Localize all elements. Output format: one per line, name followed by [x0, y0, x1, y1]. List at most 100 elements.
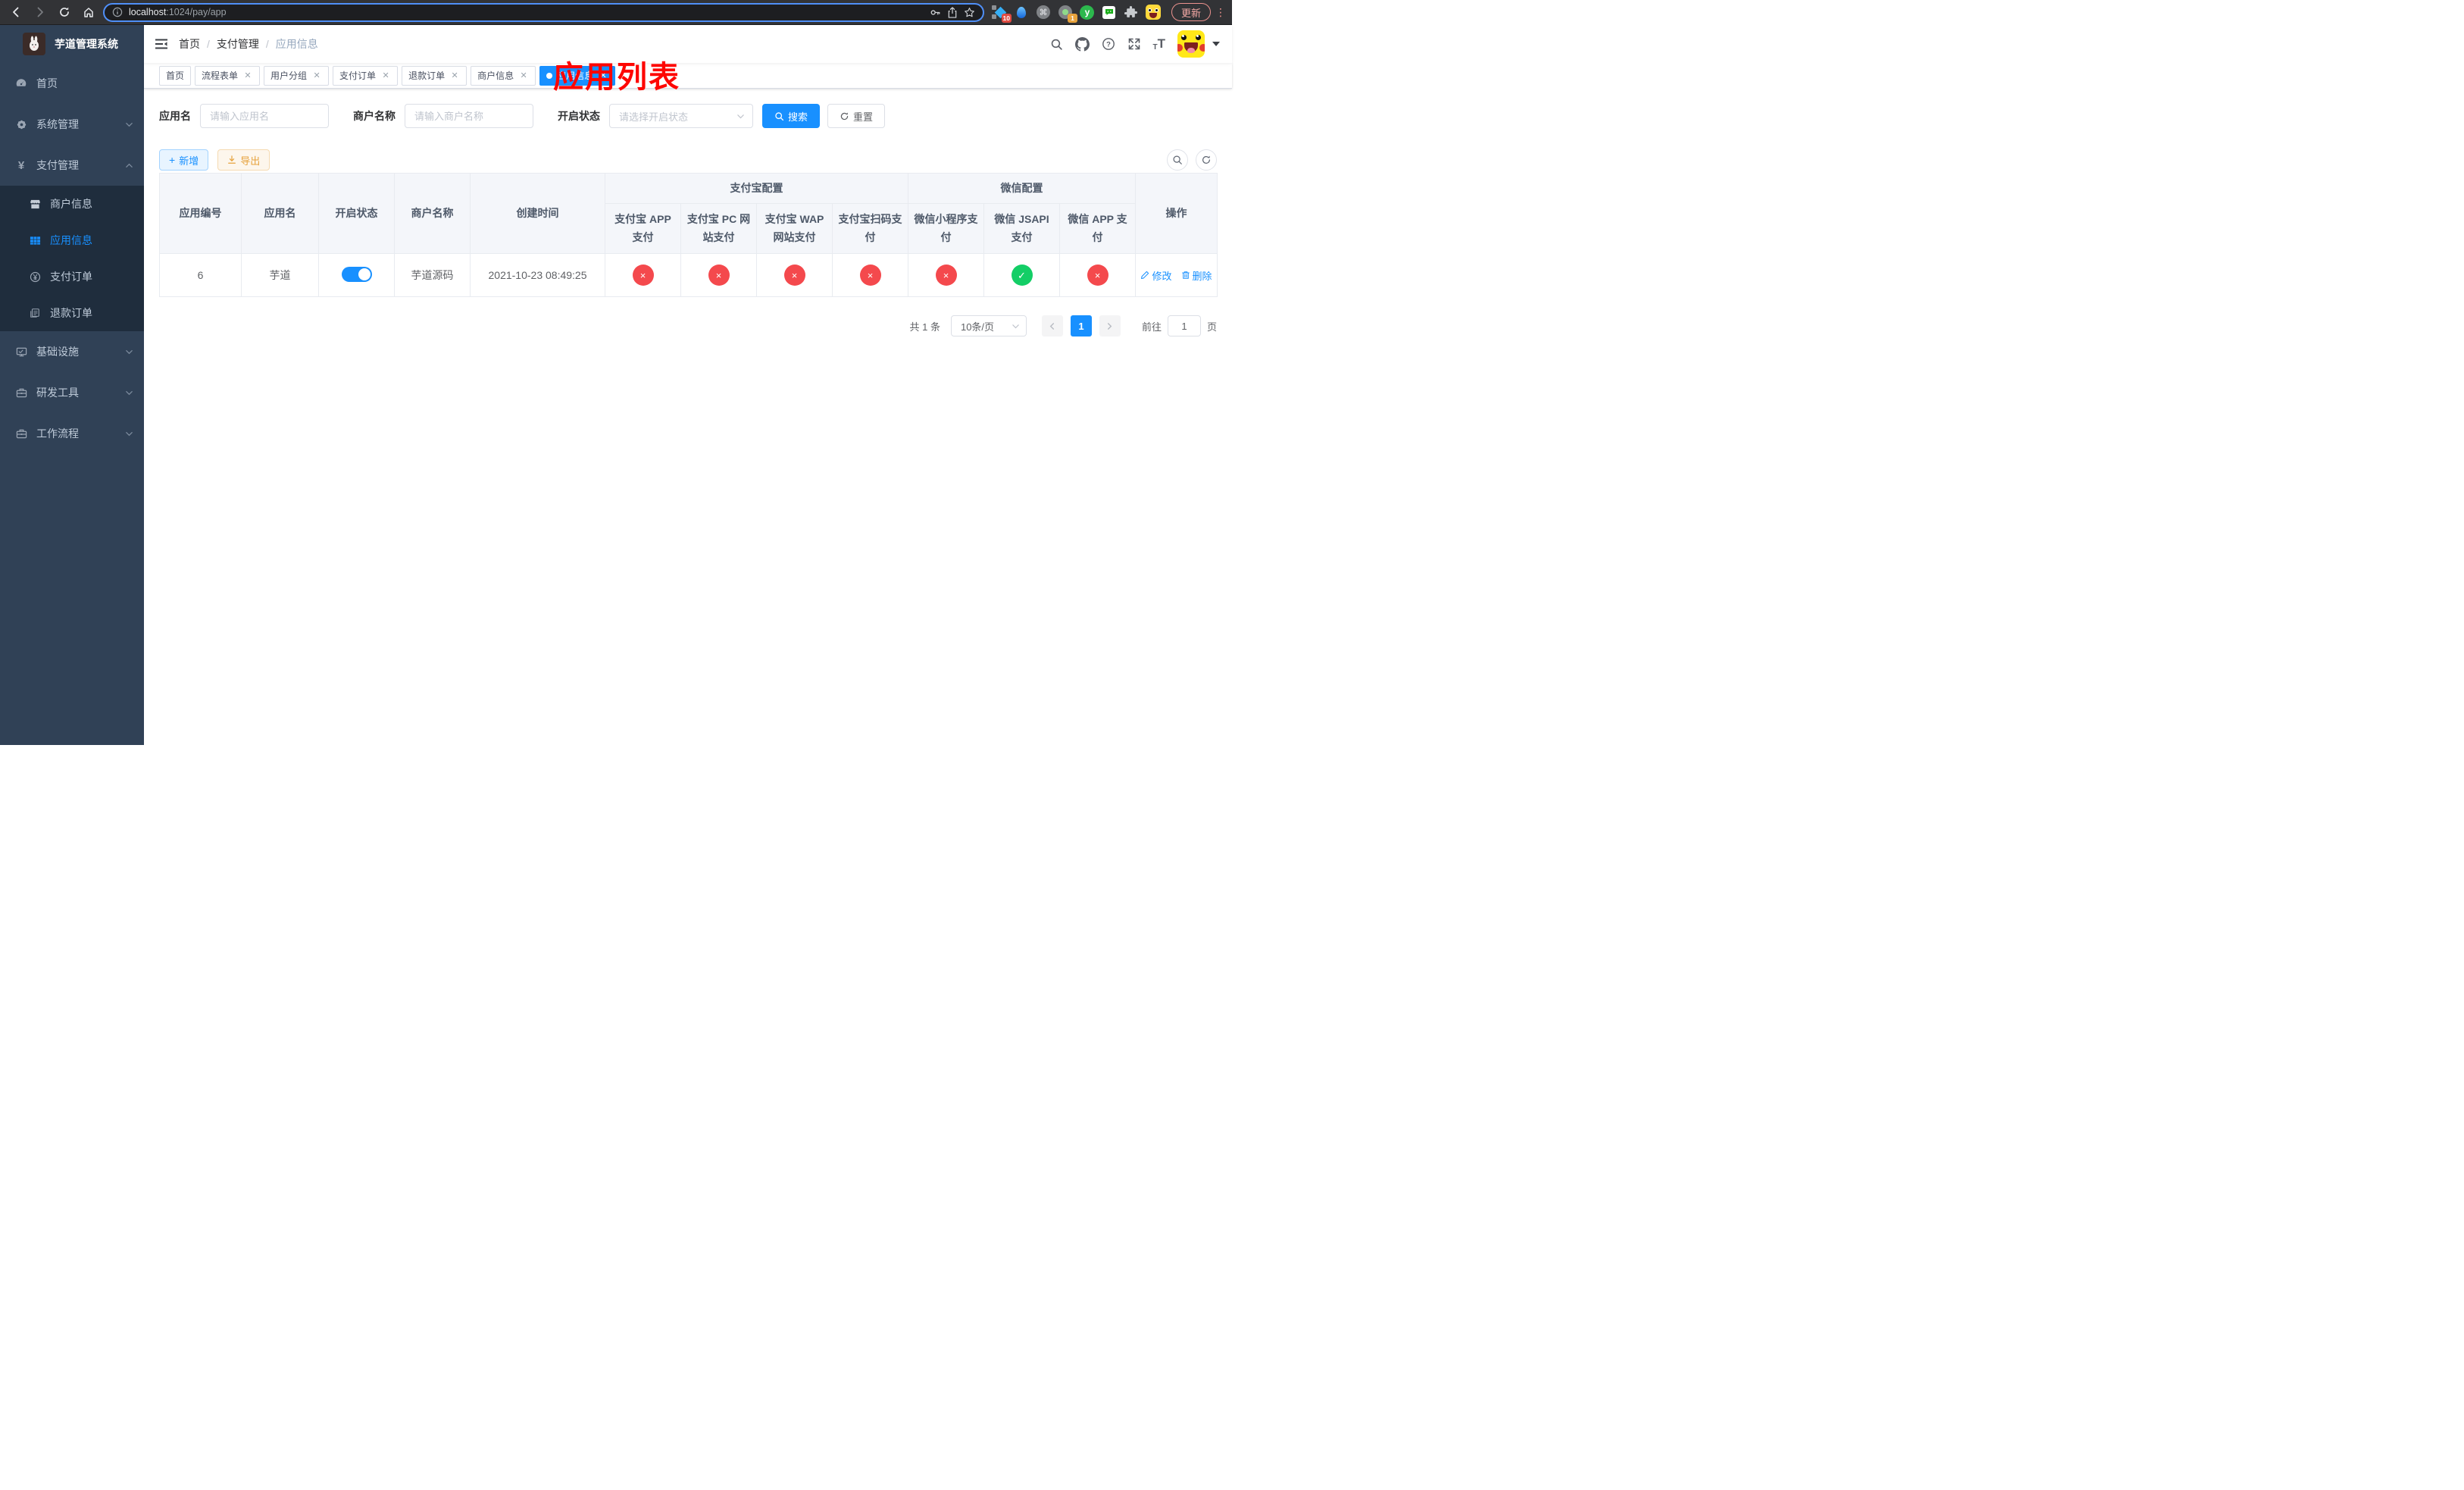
- tab-user-group[interactable]: 用户分组 ✕: [264, 65, 330, 86]
- sidebar-item-label: 首页: [36, 77, 58, 89]
- status-select[interactable]: 请选择开启状态: [609, 104, 753, 128]
- extension-command-icon[interactable]: ⌘: [1036, 5, 1051, 20]
- sidebar-item-app-info[interactable]: 应用信息: [0, 222, 144, 258]
- site-info-icon[interactable]: [112, 7, 123, 17]
- browser-reload-icon[interactable]: [55, 2, 74, 22]
- add-button[interactable]: + 新增: [159, 149, 209, 171]
- edit-link[interactable]: 修改: [1140, 268, 1172, 283]
- help-icon[interactable]: ?: [1102, 37, 1115, 51]
- status-check-icon: ✓: [1011, 265, 1033, 286]
- header-search-icon[interactable]: [1050, 38, 1063, 51]
- tab-process-form[interactable]: 流程表单 ✕: [195, 65, 261, 86]
- app-name-input[interactable]: [200, 104, 329, 128]
- export-button[interactable]: 导出: [217, 149, 270, 171]
- extension-recorder-icon[interactable]: 1: [1058, 5, 1077, 23]
- logo-rabbit-avatar: [23, 33, 45, 55]
- sidebar-item-label: 商户信息: [50, 198, 92, 210]
- hide-search-button[interactable]: [1167, 149, 1188, 171]
- user-avatar[interactable]: [1177, 30, 1205, 58]
- delete-link[interactable]: 删除: [1181, 268, 1212, 283]
- status-cross-icon: ×: [935, 265, 957, 286]
- chrome-update-button[interactable]: 更新: [1171, 3, 1211, 21]
- status-toggle[interactable]: [341, 266, 372, 282]
- status-cross-icon: ×: [783, 265, 805, 286]
- tab-pay-order[interactable]: 支付订单 ✕: [333, 65, 399, 86]
- app-title: 芋道管理系统: [55, 38, 118, 50]
- goto-page-input[interactable]: [1167, 315, 1201, 337]
- reset-button[interactable]: 重置: [827, 104, 886, 128]
- status-label: 开启状态: [558, 110, 600, 122]
- sidebar-collapse-icon[interactable]: [155, 38, 168, 50]
- cell-alipay-app: ×: [605, 253, 681, 297]
- col-merchant: 商户名称: [394, 173, 471, 254]
- sidebar-item-home[interactable]: 首页: [0, 63, 144, 104]
- sidebar-item-workflow[interactable]: 工作流程: [0, 413, 144, 454]
- profile-avatar-icon[interactable]: [1145, 5, 1161, 20]
- close-icon[interactable]: ✕: [518, 70, 529, 81]
- plus-icon: +: [169, 154, 176, 166]
- svg-text:?: ?: [1106, 40, 1111, 49]
- status-cross-icon: ×: [632, 265, 654, 286]
- sidebar-item-dev-tools[interactable]: 研发工具: [0, 372, 144, 413]
- close-icon[interactable]: ✕: [311, 70, 322, 81]
- col-alipay-pc: 支付宝 PC 网站支付: [680, 203, 757, 254]
- share-icon[interactable]: [947, 6, 958, 18]
- sidebar-item-system[interactable]: 系统管理: [0, 104, 144, 145]
- page-suffix-label: 页: [1206, 321, 1217, 333]
- sidebar-logo[interactable]: 芋道管理系统: [0, 25, 144, 63]
- tab-merchant-info[interactable]: 商户信息 ✕: [471, 65, 536, 86]
- status-cross-icon: ×: [1087, 265, 1108, 286]
- refresh-button[interactable]: [1196, 149, 1217, 171]
- sidebar-item-infrastructure[interactable]: 基础设施: [0, 331, 144, 372]
- browser-back-icon[interactable]: [6, 2, 26, 22]
- tab-home[interactable]: 首页: [159, 65, 192, 86]
- close-icon[interactable]: ✕: [449, 70, 460, 81]
- address-bar[interactable]: localhost:1024/pay/app: [103, 2, 984, 22]
- col-wechat-jsapi: 微信 JSAPI 支付: [983, 203, 1060, 254]
- close-icon[interactable]: ✕: [242, 70, 253, 81]
- browser-menu-icon[interactable]: ⋮: [1215, 6, 1226, 19]
- close-icon[interactable]: ✕: [380, 70, 391, 81]
- col-status: 开启状态: [318, 173, 395, 254]
- annotation-title: 应用列表: [553, 61, 680, 94]
- user-menu-caret-icon[interactable]: [1212, 42, 1220, 46]
- fullscreen-icon[interactable]: [1127, 37, 1141, 51]
- page-content: 应用名 商户名称 开启状态 请选择开启状态 搜索 重置: [144, 89, 1232, 745]
- extension-chat-icon[interactable]: [1102, 5, 1117, 20]
- browser-forward-icon[interactable]: [30, 2, 50, 22]
- sidebar-item-payment[interactable]: ¥ 支付管理: [0, 145, 144, 186]
- tab-refund-order[interactable]: 退款订单 ✕: [402, 65, 467, 86]
- browser-home-icon[interactable]: [79, 2, 98, 22]
- page-size-select[interactable]: 10条/页: [950, 315, 1027, 337]
- monitor-icon: [15, 346, 27, 358]
- extension-tabs-icon[interactable]: 10: [991, 5, 1012, 23]
- app-table: 应用编号 应用名 开启状态 商户名称 创建时间 支付宝配置 微信配置 操作 支付…: [159, 173, 1218, 297]
- chevron-down-icon: [125, 389, 133, 397]
- extension-balloon-icon[interactable]: [1014, 5, 1029, 20]
- chevron-down-icon: [1012, 324, 1019, 328]
- chevron-down-icon: [125, 348, 133, 356]
- bookmark-star-icon[interactable]: [964, 7, 975, 18]
- url-text[interactable]: localhost:1024/pay/app: [129, 7, 924, 17]
- extension-y-icon[interactable]: y: [1080, 5, 1095, 20]
- prev-page-button[interactable]: [1041, 315, 1063, 337]
- search-button[interactable]: 搜索: [762, 104, 821, 128]
- page-number-1[interactable]: 1: [1070, 315, 1092, 337]
- yen-circle-icon: [29, 271, 41, 283]
- sidebar-item-merchant-info[interactable]: 商户信息: [0, 186, 144, 222]
- cell-create-time: 2021-10-23 08:49:25: [470, 253, 605, 297]
- font-size-icon[interactable]: TT: [1153, 36, 1166, 52]
- sidebar-item-pay-order[interactable]: 支付订单: [0, 258, 144, 295]
- breadcrumb-home[interactable]: 首页: [179, 36, 200, 52]
- password-key-icon[interactable]: [930, 7, 941, 18]
- breadcrumb-current: 应用信息: [275, 38, 318, 50]
- github-icon[interactable]: [1074, 36, 1090, 52]
- merchant-name-input[interactable]: [405, 104, 533, 128]
- col-alipay-app: 支付宝 APP 支付: [605, 203, 681, 254]
- breadcrumb-payment[interactable]: 支付管理: [217, 36, 259, 52]
- extensions-puzzle-icon[interactable]: [1124, 5, 1139, 20]
- cell-wechat-app: ×: [1059, 253, 1136, 297]
- sidebar-item-refund-order[interactable]: 退款订单: [0, 295, 144, 331]
- chevron-down-icon: [737, 114, 744, 118]
- next-page-button[interactable]: [1099, 315, 1121, 337]
